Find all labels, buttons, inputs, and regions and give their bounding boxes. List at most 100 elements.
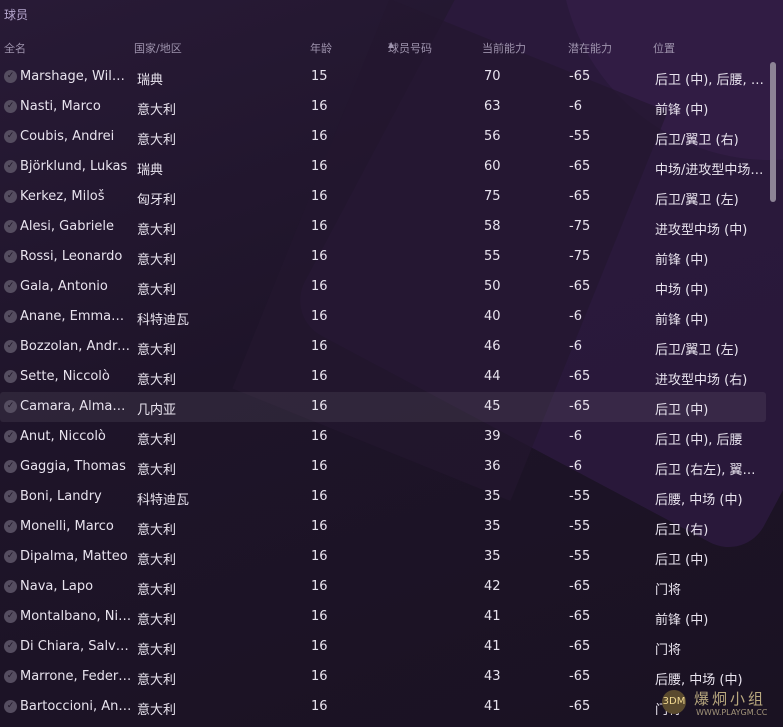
player-current-ability: 70	[484, 69, 501, 84]
checkmark-icon[interactable]: ✓	[4, 340, 17, 353]
checkmark-icon[interactable]: ✓	[4, 310, 17, 323]
player-potential-ability: -65	[569, 369, 591, 384]
checkmark-icon[interactable]: ✓	[4, 610, 17, 623]
player-current-ability: 40	[484, 309, 501, 324]
table-row[interactable]: ✓ Marrone, Federico 意大利 16 43 -65 后腰, 中场 (中)	[0, 662, 766, 692]
table-row[interactable]: ✓ Alesi, Gabriele 意大利 16 58 -75 进攻型中场 (中)	[0, 212, 766, 242]
checkmark-icon[interactable]: ✓	[4, 640, 17, 653]
table-row[interactable]: ✓Di Chiara, Salvatore 意大利 16 41 -65 门将	[0, 632, 766, 662]
player-nation: 科特迪瓦	[137, 493, 190, 508]
player-age: 16	[311, 249, 328, 264]
player-age: 16	[311, 579, 328, 594]
player-age: 16	[311, 459, 328, 474]
checkmark-icon[interactable]: ✓	[4, 700, 17, 713]
checkmark-icon[interactable]: ✓	[4, 190, 17, 203]
player-position: 进攻型中场 (中)	[655, 223, 748, 238]
checkmark-icon[interactable]: ✓	[4, 490, 17, 503]
player-age: 16	[311, 189, 328, 204]
player-age: 16	[311, 219, 328, 234]
table-row[interactable]: ✓ Nava, Lapo 意大利 16 42 -65 门将	[0, 572, 766, 602]
player-nation: 意大利	[137, 613, 177, 628]
table-row[interactable]: ✓ Björklund, Lukas 瑞典 16 60 -65 中场/进攻型中场 (中)	[0, 152, 767, 182]
table-row[interactable]: ✓ Anane, Emmanuel 科特迪瓦 16 40 -6 前锋 (中)	[0, 302, 766, 332]
player-current-ability: 46	[484, 339, 501, 354]
table-row[interactable]: ✓ Gala, Antonio 意大利 16 50 -65 中场 (中)	[0, 272, 766, 302]
player-potential-ability: -65	[569, 699, 591, 714]
player-name: Bartoccioni, Andrea	[20, 699, 132, 714]
checkmark-icon[interactable]: ✓	[4, 580, 17, 593]
table-row[interactable]: ✓ Sette, Niccolò 意大利 16 44 -65 进攻型中场 (右)	[0, 362, 766, 392]
player-potential-ability: -6	[569, 459, 582, 474]
player-name: Nasti, Marco	[20, 99, 101, 114]
column-header-nation[interactable]: 国家/地区	[134, 40, 182, 56]
watermark-url: WWW.PLAYGM.CC	[696, 708, 768, 717]
checkmark-icon[interactable]: ✓	[4, 130, 17, 143]
player-position: 进攻型中场 (右)	[655, 373, 748, 388]
table-row[interactable]: ✓ Nasti, Marco 意大利 16 63 -6 前锋 (中)	[0, 92, 766, 122]
player-current-ability: 35	[484, 519, 501, 534]
player-current-ability: 44	[484, 369, 501, 384]
table-row[interactable]: ✓Marshage, Wilgot 瑞典 15 70 -65 后卫 (中), 后腰, 中场…	[0, 62, 767, 92]
table-row[interactable]: ✓ Coubis, Andrei 意大利 16 56 -55 后卫/翼卫 (右)	[0, 122, 766, 152]
player-name: Dipalma, Matteo	[20, 549, 128, 564]
checkmark-icon[interactable]: ✓	[4, 370, 17, 383]
player-age: 16	[311, 159, 328, 174]
table-row[interactable]: ✓ Boni, Landry 科特迪瓦 16 35 -55 后腰, 中场 (中)	[0, 482, 766, 512]
player-position: 后卫 (中), 后腰, 中场 (中)	[655, 73, 767, 88]
player-table: ✓Marshage, Wilgot瑞典1570-65后卫 (中), 后腰, 中场…	[0, 62, 770, 722]
player-name: Coubis, Andrei	[20, 129, 115, 144]
checkmark-icon[interactable]: ✓	[4, 280, 17, 293]
player-nation: 几内亚	[137, 403, 177, 418]
table-row[interactable]: ✓ Rossi, Leonardo 意大利 16 55 -75 前锋 (中)	[0, 242, 766, 272]
player-position: 后卫/翼卫 (左)	[655, 193, 739, 208]
column-header-age[interactable]: 年龄	[310, 40, 332, 56]
player-nation: 意大利	[137, 433, 177, 448]
table-row[interactable]: ✓ Dipalma, Matteo 意大利 16 35 -55 后卫 (中)	[0, 542, 766, 572]
column-header-name[interactable]: 全名	[4, 40, 26, 56]
checkmark-icon[interactable]: ✓	[4, 430, 17, 443]
checkmark-icon[interactable]: ✓	[4, 100, 17, 113]
player-position: 后卫/翼卫 (左)	[655, 343, 739, 358]
player-age: 16	[311, 609, 328, 624]
checkmark-icon[interactable]: ✓	[4, 250, 17, 263]
player-position: 后卫 (中)	[655, 553, 709, 568]
table-row[interactable]: ✓ Anut, Niccolò 意大利 16 39 -6 后卫 (中), 后腰	[0, 422, 766, 452]
player-current-ability: 36	[484, 459, 501, 474]
checkmark-icon[interactable]: ✓	[4, 400, 17, 413]
player-position: 前锋 (中)	[655, 103, 709, 118]
column-header-position[interactable]: 位置	[653, 40, 675, 56]
player-potential-ability: -65	[569, 639, 591, 654]
checkmark-icon[interactable]: ✓	[4, 460, 17, 473]
player-age: 16	[311, 549, 328, 564]
table-row[interactable]: ✓Gaggia, Thomas 意大利 16 36 -6 后卫 (右左), 翼卫 (右)	[0, 452, 767, 482]
player-nation: 意大利	[137, 283, 177, 298]
checkmark-icon[interactable]: ✓	[4, 670, 17, 683]
column-header-current-ability[interactable]: 当前能力	[482, 40, 526, 56]
player-current-ability: 35	[484, 549, 501, 564]
player-name: Gala, Antonio	[20, 279, 108, 294]
player-nation: 意大利	[137, 223, 177, 238]
player-nation: 意大利	[137, 343, 177, 358]
table-row[interactable]: ✓Montalbano, Nicolò 意大利 16 41 -65 前锋 (中)	[0, 602, 766, 632]
table-row[interactable]: ✓ Bozzolan, Andrea 意大利 16 46 -6 后卫/翼卫 (左)	[0, 332, 766, 362]
player-name: Bozzolan, Andrea	[20, 339, 132, 354]
table-row[interactable]: ✓ Monelli, Marco 意大利 16 35 -55 后卫 (右)	[0, 512, 766, 542]
checkmark-icon[interactable]: ✓	[4, 520, 17, 533]
checkmark-icon[interactable]: ✓	[4, 70, 17, 83]
column-header-potential-ability[interactable]: 潜在能力	[568, 40, 612, 56]
table-row[interactable]: ✓ Camara, Almamy 几内亚 16 45 -65 后卫 (中)	[0, 392, 766, 422]
checkmark-icon[interactable]: ✓	[4, 160, 17, 173]
table-row[interactable]: ✓Bartoccioni, Andrea意大利1641-65门将	[0, 692, 766, 722]
player-current-ability: 45	[484, 399, 501, 414]
table-row[interactable]: ✓ Kerkez, Miloš 匈牙利 16 75 -65 后卫/翼卫 (左)	[0, 182, 766, 212]
player-nation: 意大利	[137, 643, 177, 658]
checkmark-icon[interactable]: ✓	[4, 220, 17, 233]
checkmark-icon[interactable]: ✓	[4, 550, 17, 563]
player-name: Gaggia, Thomas	[20, 459, 126, 474]
player-position: 门将	[655, 643, 682, 658]
scrollbar[interactable]	[770, 62, 776, 202]
player-position: 后卫 (中)	[655, 403, 709, 418]
player-age: 16	[311, 279, 328, 294]
player-nation: 意大利	[137, 463, 177, 478]
player-position: 后卫 (右左), 翼卫 (右)	[655, 463, 767, 478]
